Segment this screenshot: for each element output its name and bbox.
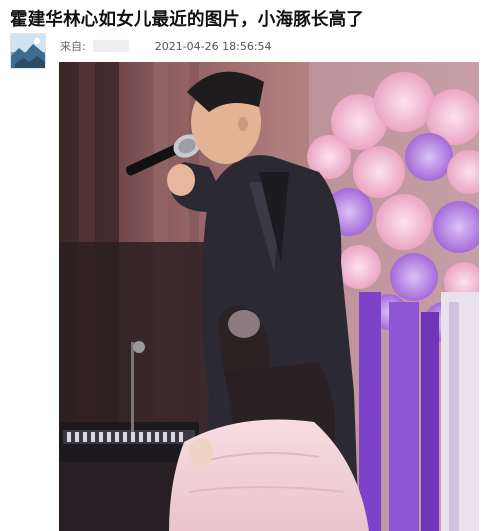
landscape-avatar-icon	[11, 34, 45, 68]
post-photo[interactable]	[59, 62, 479, 531]
post-title: 霍建华林心如女儿最近的图片，小海豚长高了	[10, 10, 364, 30]
performance-photo	[59, 62, 479, 531]
source-label: 来自:	[60, 40, 86, 53]
post-meta: 来自: 2021-04-26 18:56:54	[60, 38, 272, 54]
source-name-blurred[interactable]	[93, 40, 130, 52]
user-avatar[interactable]	[10, 33, 46, 69]
post-timestamp: 2021-04-26 18:56:54	[154, 40, 272, 53]
